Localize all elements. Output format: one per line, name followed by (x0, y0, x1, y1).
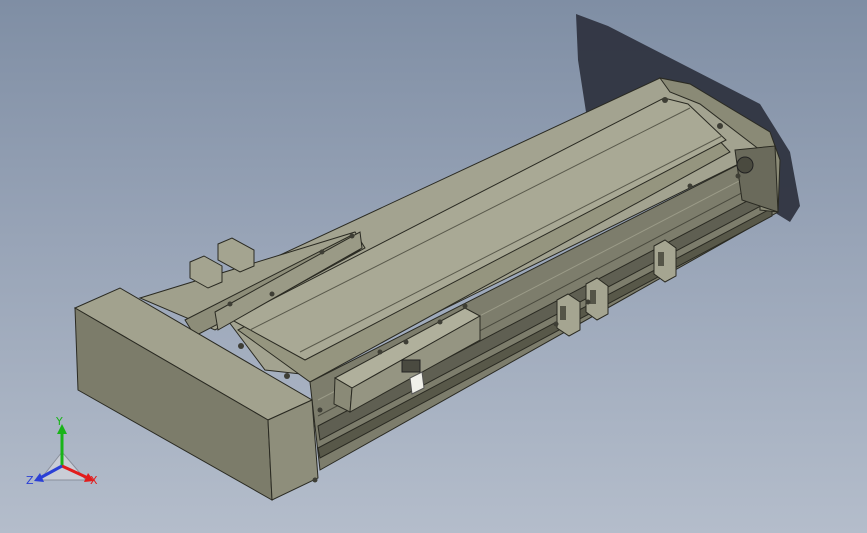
clamp-block-2 (217, 237, 255, 273)
y-axis-label: Y (56, 415, 63, 428)
carriage-sensor-tab (401, 359, 421, 373)
sensor-bracket-3 (653, 239, 677, 283)
sensor-bracket-1 (556, 293, 581, 337)
x-axis-label: X (90, 474, 98, 487)
triad-svg (34, 424, 94, 482)
end-cap-bore (736, 156, 754, 174)
sensor-bracket-2 (585, 277, 609, 321)
orientation-triad[interactable]: Y X Z (22, 415, 112, 498)
actuator-model[interactable] (0, 0, 867, 533)
3d-viewport[interactable]: Y X Z (0, 0, 867, 533)
z-axis-label: Z (26, 474, 34, 487)
